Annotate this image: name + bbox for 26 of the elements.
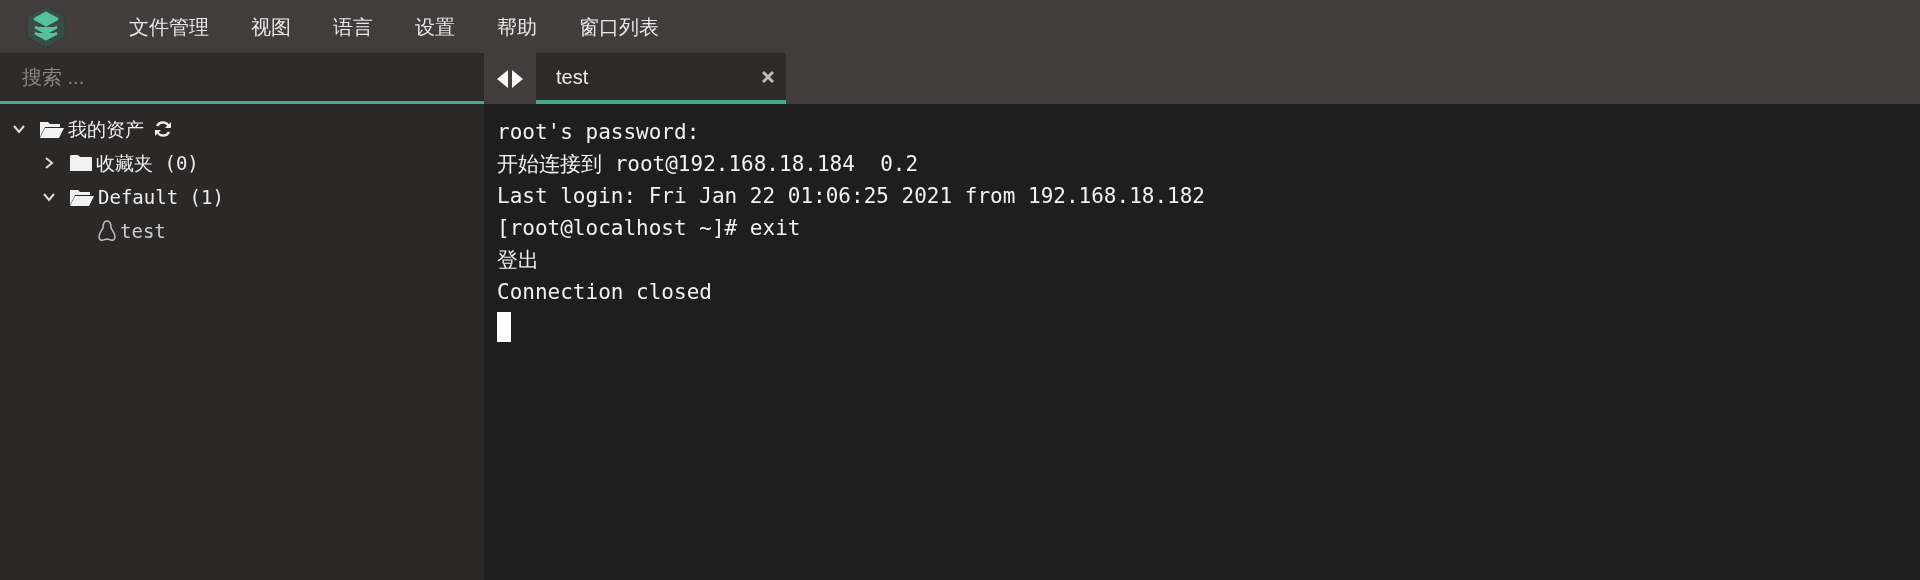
- terminal-line: Last login: Fri Jan 22 01:06:25 2021 from 192.168.18.182: [497, 183, 1206, 210]
- terminal-line: [root@localhost ~]# exit: [497, 215, 802, 242]
- host-item[interactable]: test: [120, 216, 166, 246]
- root-item[interactable]: 我的资产: [68, 114, 144, 144]
- terminal-line: 开始连接到 root@192.168.18.184 0.2: [497, 151, 920, 178]
- scroll-right-icon[interactable]: [512, 69, 523, 88]
- penguin-icon: [98, 220, 116, 242]
- terminal-line: 登出: [497, 247, 540, 274]
- open-folder-icon: [70, 188, 94, 206]
- app-logo-icon: [25, 4, 67, 49]
- refresh-icon[interactable]: [154, 120, 172, 138]
- menu-item[interactable]: 帮助: [476, 11, 558, 42]
- menu-item[interactable]: 文件管理: [108, 11, 230, 42]
- menu-item[interactable]: 窗口列表: [558, 11, 680, 42]
- tab[interactable]: test: [536, 53, 786, 104]
- menu-item[interactable]: 设置: [394, 11, 476, 42]
- folder-icon: [70, 154, 92, 172]
- scroll-left-icon[interactable]: [497, 69, 508, 88]
- terminal-line: Connection closed: [497, 279, 713, 306]
- menu-item[interactable]: 语言: [312, 11, 394, 42]
- folder-item[interactable]: 收藏夹 (0): [96, 148, 199, 178]
- open-folder-icon: [40, 120, 64, 138]
- folder-item[interactable]: Default (1): [98, 182, 224, 212]
- menu-item[interactable]: 视图: [230, 11, 312, 42]
- close-icon[interactable]: [762, 70, 774, 83]
- terminal-line: root's password:: [497, 119, 701, 146]
